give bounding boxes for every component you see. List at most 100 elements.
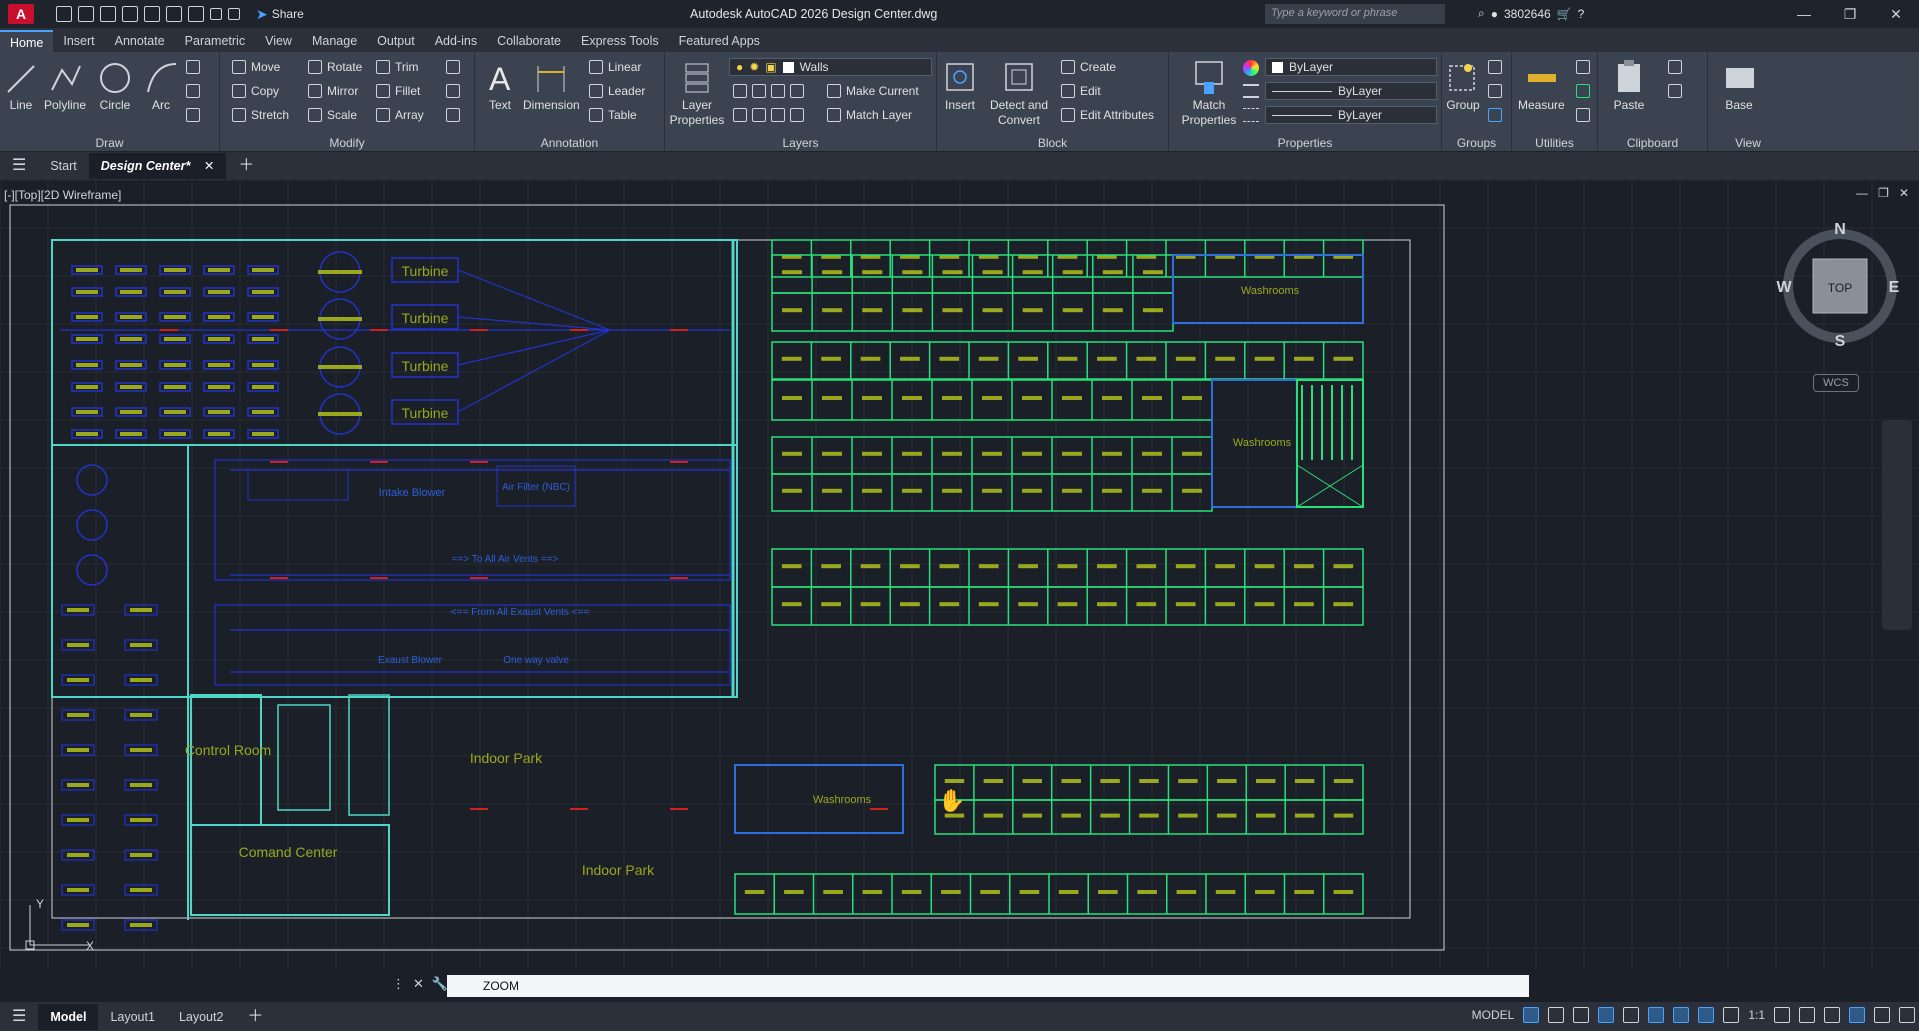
compass-north[interactable]: N (1834, 222, 1846, 238)
fillet-tool[interactable]: Fillet (376, 84, 420, 98)
close-command-icon[interactable]: ✕ (413, 976, 424, 992)
tab-express-tools[interactable]: Express Tools (571, 30, 669, 52)
open-file-icon[interactable] (78, 6, 94, 22)
close-tab-icon[interactable]: ✕ (204, 159, 214, 173)
base-tool[interactable]: Base (1722, 58, 1756, 113)
scale-tool[interactable]: Scale (308, 108, 357, 122)
annotation-group-label[interactable]: Annotation (475, 136, 664, 150)
snap-toggle-icon[interactable] (1548, 1007, 1565, 1023)
quick-select-button[interactable] (1576, 60, 1590, 74)
clipboard-group-label[interactable]: Clipboard (1598, 136, 1707, 150)
move-tool[interactable]: Move (232, 60, 280, 74)
search-icon[interactable]: ⌕ (1478, 6, 1485, 21)
tab-insert[interactable]: Insert (53, 30, 104, 52)
navigation-bar[interactable] (1882, 420, 1912, 630)
workspace-gear-icon[interactable] (1774, 1007, 1790, 1023)
measure-tool[interactable]: Measure (1518, 58, 1565, 113)
save-as-icon[interactable] (122, 6, 138, 22)
layers-group-label[interactable]: Layers (665, 136, 936, 150)
trim-tool[interactable]: Trim (376, 60, 419, 74)
customization-icon[interactable] (1899, 1007, 1915, 1023)
tab-model[interactable]: Model (38, 1003, 99, 1030)
copy-clip-button[interactable] (1668, 60, 1682, 74)
dimension-tool[interactable]: Dimension (523, 58, 580, 113)
isolate-objects-icon[interactable] (1849, 1007, 1865, 1023)
viewport-minimize-icon[interactable]: — (1856, 186, 1868, 200)
new-tab-button[interactable]: ＋ (226, 153, 266, 179)
maximize-button[interactable]: ❐ (1827, 0, 1873, 28)
insert-tool[interactable]: Insert (943, 58, 977, 113)
app-menu-icon[interactable]: ☰ (0, 153, 38, 179)
annotation-scale-value[interactable]: 1:1 (1748, 1008, 1765, 1022)
tab-design-center[interactable]: Design Center* ✕ (88, 153, 227, 179)
make-current-button[interactable]: Make Current (827, 84, 919, 98)
group-edit-button[interactable] (1488, 84, 1502, 98)
layer-properties-tool[interactable]: Layer Properties (669, 58, 725, 128)
annotation-scale-icon[interactable] (1723, 1007, 1740, 1023)
layer-dropdown[interactable]: ● ✹ ▣ Walls (729, 58, 932, 76)
lineweight-dropdown[interactable]: ByLayer (1265, 106, 1437, 124)
block-group-label[interactable]: Block (937, 136, 1168, 150)
units-icon[interactable] (1824, 1007, 1840, 1023)
viewport-controls[interactable]: [-][Top][2D Wireframe] (4, 188, 121, 202)
utilities-group-label[interactable]: Utilities (1512, 136, 1597, 150)
group-select-button[interactable] (1488, 108, 1502, 122)
layout-menu-icon[interactable]: ☰ (0, 1004, 38, 1030)
viewport-close-icon[interactable]: ✕ (1899, 186, 1909, 200)
linear-tool[interactable]: Linear (589, 60, 641, 74)
tab-start[interactable]: Start (38, 153, 88, 179)
line-tool[interactable]: Line (4, 58, 38, 113)
stretch-tool[interactable]: Stretch (232, 108, 289, 122)
tab-output[interactable]: Output (367, 30, 425, 52)
properties-group-label[interactable]: Properties (1169, 136, 1441, 150)
text-tool[interactable]: A Text (483, 58, 517, 113)
compass-west[interactable]: W (1776, 279, 1792, 296)
tab-featured-apps[interactable]: Featured Apps (669, 30, 770, 52)
group-tool[interactable]: Group (1446, 58, 1480, 113)
copy-tool[interactable]: Copy (232, 84, 279, 98)
rectangle-tool[interactable] (186, 60, 200, 74)
circle-tool[interactable]: Circle (98, 58, 132, 113)
ungroup-button[interactable] (1488, 60, 1502, 74)
tab-manage[interactable]: Manage (302, 30, 367, 52)
ortho-toggle-icon[interactable] (1573, 1007, 1590, 1023)
tab-annotate[interactable]: Annotate (105, 30, 175, 52)
select-similar-button[interactable] (1576, 84, 1590, 98)
leader-tool[interactable]: Leader (589, 84, 645, 98)
view-group-label[interactable]: View (1708, 136, 1788, 150)
clean-screen-icon[interactable] (1874, 1007, 1890, 1023)
polar-toggle-icon[interactable] (1598, 1007, 1615, 1023)
isodraft-icon[interactable] (1623, 1007, 1640, 1023)
edit-block-button[interactable]: Edit (1061, 84, 1101, 98)
rotate-tool[interactable]: Rotate (308, 60, 362, 74)
osnap-toggle-icon[interactable] (1673, 1007, 1690, 1023)
viewcube[interactable]: TOP N S E W (1776, 222, 1904, 350)
match-properties-tool[interactable]: Match Properties (1181, 58, 1237, 128)
tab-collaborate[interactable]: Collaborate (487, 30, 571, 52)
create-block-button[interactable]: Create (1061, 60, 1116, 74)
calculator-button[interactable] (1576, 108, 1590, 122)
paste-tool[interactable]: Paste (1612, 58, 1646, 113)
redo-icon[interactable] (228, 8, 240, 20)
new-file-icon[interactable] (56, 6, 72, 22)
arc-tool[interactable]: Arc (144, 58, 178, 113)
edit-attributes-button[interactable]: Edit Attributes (1061, 108, 1154, 122)
viewport-restore-icon[interactable]: ❐ (1878, 186, 1889, 200)
annotation-monitor-icon[interactable] (1799, 1007, 1815, 1023)
export-icon[interactable] (166, 6, 182, 22)
tab-view[interactable]: View (255, 30, 302, 52)
command-line-input[interactable]: ZOOM (447, 975, 1529, 997)
linetype-dropdown[interactable]: ByLayer (1265, 82, 1437, 100)
mirror-tool[interactable]: Mirror (308, 84, 358, 98)
close-button[interactable]: ✕ (1873, 0, 1919, 28)
import-icon[interactable] (144, 6, 160, 22)
wcs-menu[interactable]: WCS (1813, 374, 1859, 392)
autocad-logo[interactable]: A (8, 4, 34, 24)
share-button[interactable]: ➤ Share (256, 6, 304, 23)
hatch-tool[interactable] (186, 84, 200, 98)
layer-tools-row1[interactable] (733, 84, 804, 98)
tab-home[interactable]: Home (0, 30, 54, 52)
groups-group-label[interactable]: Groups (1442, 136, 1511, 150)
detect-convert-tool[interactable]: Detect and Convert (987, 58, 1051, 128)
tab-layout1[interactable]: Layout1 (98, 1004, 166, 1030)
